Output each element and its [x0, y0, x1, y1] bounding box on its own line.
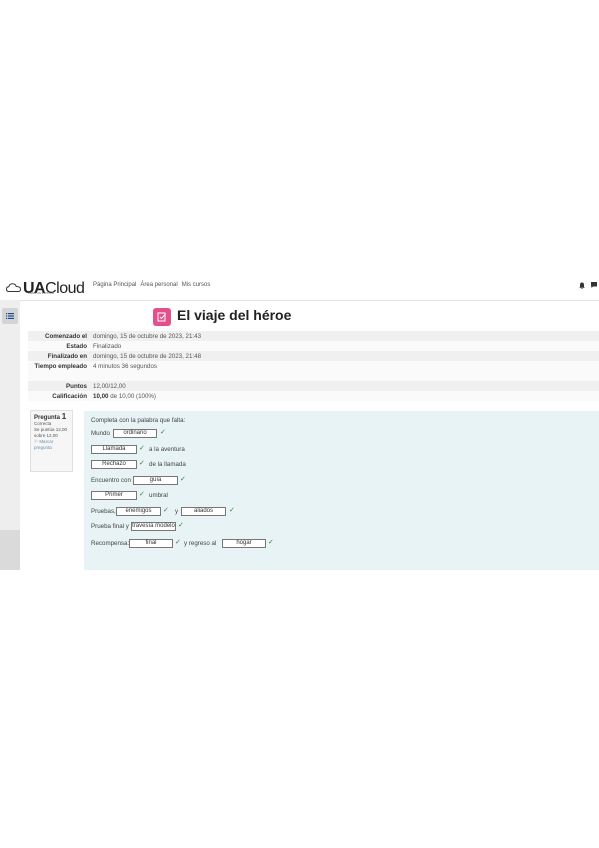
answer-field[interactable]: Primer	[91, 491, 137, 500]
chat-icon[interactable]	[591, 282, 597, 288]
summary-row-grade: Calificación 10,00 de 10,00 (100%)	[28, 391, 599, 401]
answer-field[interactable]: final	[129, 539, 173, 548]
line-post-text: a la aventura	[149, 446, 185, 453]
answer-field[interactable]: ordinario	[113, 429, 157, 438]
summary-value: 4 minutos 36 segundos	[93, 363, 157, 370]
check-icon: ✓	[139, 491, 145, 498]
logo-subtitle: CAMPUS VIRTUAL	[28, 291, 55, 295]
attempt-summary-table: Comenzado el domingo, 15 de octubre de 2…	[28, 331, 599, 401]
flag-icon: ⚐	[34, 439, 39, 444]
question-info-box: Pregunta 1 Correcta Se puntúa 12,00 sobr…	[30, 410, 73, 472]
summary-value: 10,00 de 10,00 (100%)	[90, 391, 156, 401]
check-icon: ✓	[163, 507, 169, 514]
check-icon: ✓	[180, 476, 186, 483]
summary-row-started: Comenzado el domingo, 15 de octubre de 2…	[28, 331, 599, 341]
nav-actions	[579, 282, 597, 289]
summary-row-time: Tiempo empleado 4 minutos 36 segundos	[28, 361, 599, 381]
check-icon: ✓	[139, 460, 145, 467]
summary-value: 12,00/12,00	[93, 383, 126, 390]
answer-field[interactable]: Llamada	[91, 445, 137, 454]
summary-label: Puntos	[66, 383, 87, 390]
answer-field[interactable]: aliados	[181, 507, 226, 516]
summary-label: Finalizado en	[47, 353, 87, 360]
grade-rest: de 10,00 (100%)	[110, 393, 156, 400]
drawer-toggle-button[interactable]	[2, 308, 18, 324]
list-icon	[6, 313, 14, 319]
check-icon: ✓	[229, 507, 235, 514]
summary-value: Finalizado	[93, 343, 122, 350]
question-number: Pregunta 1	[34, 412, 67, 422]
line-pre-text: Recompensa:	[91, 540, 130, 547]
check-icon: ✓	[178, 522, 184, 529]
summary-label: Estado	[66, 343, 87, 350]
grade-value: 10,00	[93, 393, 109, 400]
top-navbar: UACloud CAMPUS VIRTUAL Página Principal …	[0, 274, 599, 301]
nav-link-my-courses[interactable]: Mis cursos	[182, 282, 211, 288]
summary-row-finished: Finalizado en domingo, 15 de octubre de …	[28, 351, 599, 361]
flag-question-link[interactable]: ⚐ Marcar pregunta	[34, 439, 69, 451]
answer-field[interactable]: travesía modelo	[131, 522, 176, 531]
answer-field[interactable]: guía	[133, 476, 178, 485]
line-pre-text: Prueba final y	[91, 523, 129, 530]
question-score: Se puntúa 12,00 sobre 12,00	[34, 427, 68, 438]
line-pre-text: Mundo	[91, 430, 110, 437]
page-title: El viaje del héroe	[177, 307, 292, 323]
bell-icon[interactable]	[579, 282, 585, 289]
nav-link-home[interactable]: Página Principal	[93, 282, 136, 288]
answer-field[interactable]: enemigos	[116, 507, 161, 516]
question-prompt: Completa con la palabra que falta:	[91, 417, 186, 424]
check-icon: ✓	[175, 539, 181, 546]
summary-value: domingo, 15 de octubre de 2023, 21:43	[93, 333, 202, 340]
check-icon: ✓	[139, 445, 145, 452]
check-icon: ✓	[268, 539, 274, 546]
answer-field[interactable]: hogar	[222, 539, 266, 548]
cloud-icon	[6, 283, 21, 292]
line-pre-text: Pruebas,	[91, 508, 116, 515]
main-nav: Página Principal Área personal Mis curso…	[93, 282, 210, 288]
summary-label: Comenzado el	[45, 333, 87, 340]
line-post-text: umbral	[149, 492, 168, 499]
summary-value: domingo, 15 de octubre de 2023, 21:48	[93, 353, 202, 360]
line-post-text: de la llamada	[149, 461, 186, 468]
drawer-footer	[0, 530, 20, 570]
line-mid-text: y	[175, 508, 179, 515]
summary-label: Calificación	[52, 393, 87, 400]
nav-link-dashboard[interactable]: Área personal	[140, 282, 177, 288]
summary-label: Tiempo empleado	[34, 363, 88, 370]
summary-row-points: Puntos 12,00/12,00	[28, 381, 599, 391]
summary-row-state: Estado Finalizado	[28, 341, 599, 351]
line-mid-text: y regreso al	[184, 540, 217, 547]
line-pre-text: Encuentro con	[91, 477, 131, 484]
check-icon: ✓	[160, 429, 166, 436]
answer-field[interactable]: Rechazo	[91, 460, 137, 469]
quiz-icon	[153, 308, 171, 326]
